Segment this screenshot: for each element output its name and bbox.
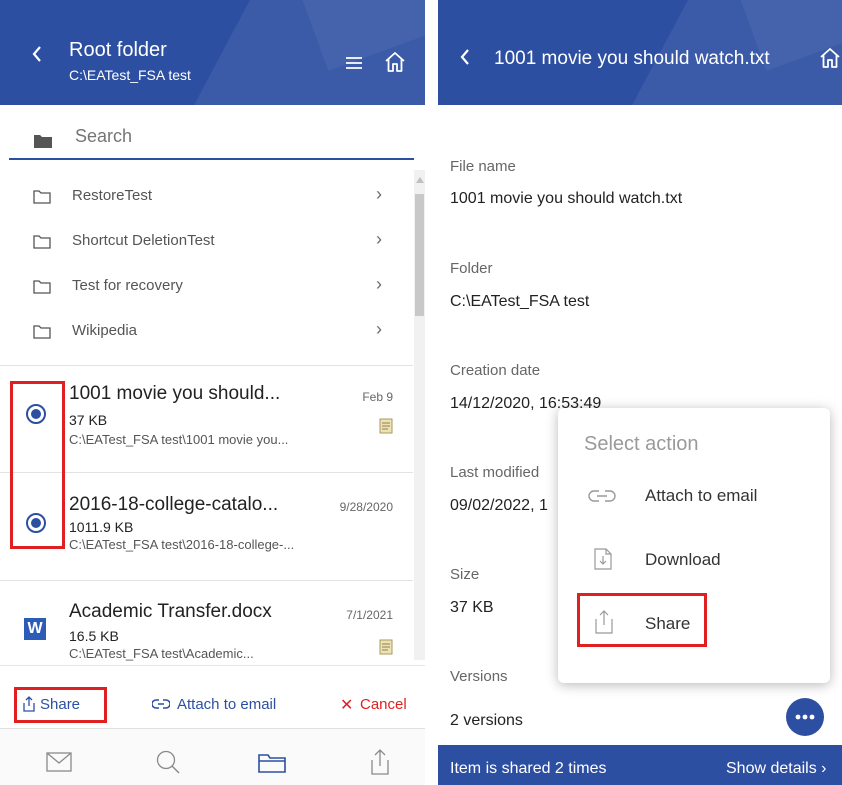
file-date: 9/28/2020 [339, 500, 393, 514]
page-title: Root folder [69, 39, 167, 61]
cancel-action-button[interactable]: ✕ Cancel [340, 696, 420, 718]
app-header: Root folder C:\EATest_FSA test [0, 0, 425, 105]
file-name: Academic Transfer.docx [69, 601, 272, 622]
folder-name: Shortcut DeletionTest [72, 232, 215, 249]
file-size: 1011.9 KB [69, 519, 134, 535]
share-status-bar: Item is shared 2 times Show details › [438, 745, 842, 785]
detail-value: 2 versions [450, 712, 523, 729]
home-button[interactable] [383, 50, 407, 74]
file-details-panel: 1001 movie you should watch.txt File nam… [438, 0, 842, 785]
link-icon [152, 699, 170, 709]
menu-button[interactable] [345, 56, 363, 70]
chevron-right-icon: › [376, 319, 382, 339]
scrollbar-thumb[interactable] [415, 194, 424, 316]
file-name: 2016-18-college-catalo... [69, 494, 279, 515]
more-actions-button[interactable] [786, 698, 824, 736]
chevron-right-icon: › [376, 274, 382, 294]
file-path: C:\EATest_FSA test\Academic... [69, 646, 254, 661]
current-path: C:\EATest_FSA test [69, 67, 191, 83]
file-size: 16.5 KB [69, 628, 119, 644]
home-icon [385, 52, 405, 72]
folder-name: Wikipedia [72, 322, 138, 339]
menu-item-label: Download [645, 550, 721, 569]
file-date: Feb 9 [362, 390, 393, 404]
text-file-icon [379, 639, 393, 655]
home-button[interactable] [818, 46, 842, 70]
detail-label: Folder [450, 260, 493, 277]
share-status-text: Item is shared 2 times [450, 760, 607, 777]
show-details-link[interactable]: Show details › [726, 760, 827, 778]
detail-value: C:\EATest_FSA test [450, 293, 590, 310]
menu-title: Select action [584, 433, 699, 455]
file-path: C:\EATest_FSA test\2016-18-college-... [69, 537, 295, 552]
detail-value: 37 KB [450, 599, 494, 616]
chevron-right-icon: › [821, 760, 827, 777]
word-icon: W [24, 618, 46, 640]
menu-item-label: Attach to email [645, 486, 758, 505]
mail-icon[interactable] [46, 752, 72, 772]
folder-icon [33, 190, 51, 204]
detail-value: 09/02/2022, 1 [450, 497, 548, 514]
folder-filled-icon [34, 135, 52, 148]
chevron-left-icon [32, 46, 41, 62]
download-file-icon [594, 548, 612, 570]
show-details-label: Show details [726, 760, 817, 777]
search-icon[interactable] [155, 749, 181, 775]
attach-action-label: Attach to email [177, 696, 277, 713]
menu-item-download[interactable]: Download [558, 540, 830, 582]
more-dots-icon [795, 714, 815, 720]
share-icon[interactable] [370, 749, 390, 775]
details-header: 1001 movie you should watch.txt [438, 0, 842, 105]
file-date: 7/1/2021 [346, 608, 393, 622]
detail-label: File name [450, 158, 516, 175]
folder-icon [33, 325, 51, 339]
highlight-box [577, 593, 707, 647]
close-icon: ✕ [340, 697, 354, 714]
chevron-left-icon [460, 49, 469, 65]
chevron-right-icon: › [376, 184, 382, 204]
home-icon [820, 48, 840, 68]
back-button[interactable] [458, 47, 478, 71]
highlight-box [14, 687, 107, 723]
detail-label: Last modified [450, 464, 540, 481]
back-button[interactable] [30, 44, 50, 68]
detail-label: Creation date [450, 362, 541, 379]
search-input[interactable] [75, 126, 375, 147]
bottom-nav [0, 728, 425, 785]
folder-row[interactable]: Test for recovery › [0, 264, 405, 309]
folder-name: Test for recovery [72, 277, 183, 294]
detail-label: Size [450, 566, 480, 583]
menu-item-attach[interactable]: Attach to email [558, 476, 830, 518]
folder-row[interactable]: RestoreTest › [0, 174, 405, 219]
text-file-icon [379, 418, 393, 434]
folder-row[interactable]: Wikipedia › [0, 309, 405, 354]
folder-icon [33, 235, 51, 249]
hamburger-icon [346, 57, 362, 69]
search-bar[interactable] [9, 120, 414, 160]
file-row[interactable]: W Academic Transfer.docx 16.5 KB C:\EATe… [0, 581, 405, 665]
detail-value: 1001 movie you should watch.txt [450, 190, 683, 207]
chevron-right-icon: › [376, 229, 382, 249]
action-menu: Select action Attach to email Download S… [558, 408, 830, 683]
folder-row[interactable]: Shortcut DeletionTest › [0, 219, 405, 264]
file-name: 1001 movie you should... [69, 383, 281, 404]
cancel-action-label: Cancel [360, 696, 407, 713]
link-icon [588, 490, 616, 502]
scrollbar-track[interactable] [414, 170, 425, 660]
attach-action-button[interactable]: Attach to email [152, 696, 312, 718]
highlight-box [10, 381, 65, 549]
file-size: 37 KB [69, 412, 108, 428]
folder-icon [33, 280, 51, 294]
file-browser-panel: Root folder C:\EATest_FSA test RestoreTe… [0, 0, 425, 785]
folder-icon[interactable] [258, 753, 286, 773]
details-title: 1001 movie you should watch.txt [494, 48, 770, 69]
scroll-up-icon [416, 177, 424, 183]
folder-name: RestoreTest [72, 187, 153, 204]
selection-action-bar: Share Attach to email ✕ Cancel [0, 665, 425, 728]
detail-label: Versions [450, 668, 508, 685]
file-path: C:\EATest_FSA test\1001 movie you... [69, 432, 289, 447]
